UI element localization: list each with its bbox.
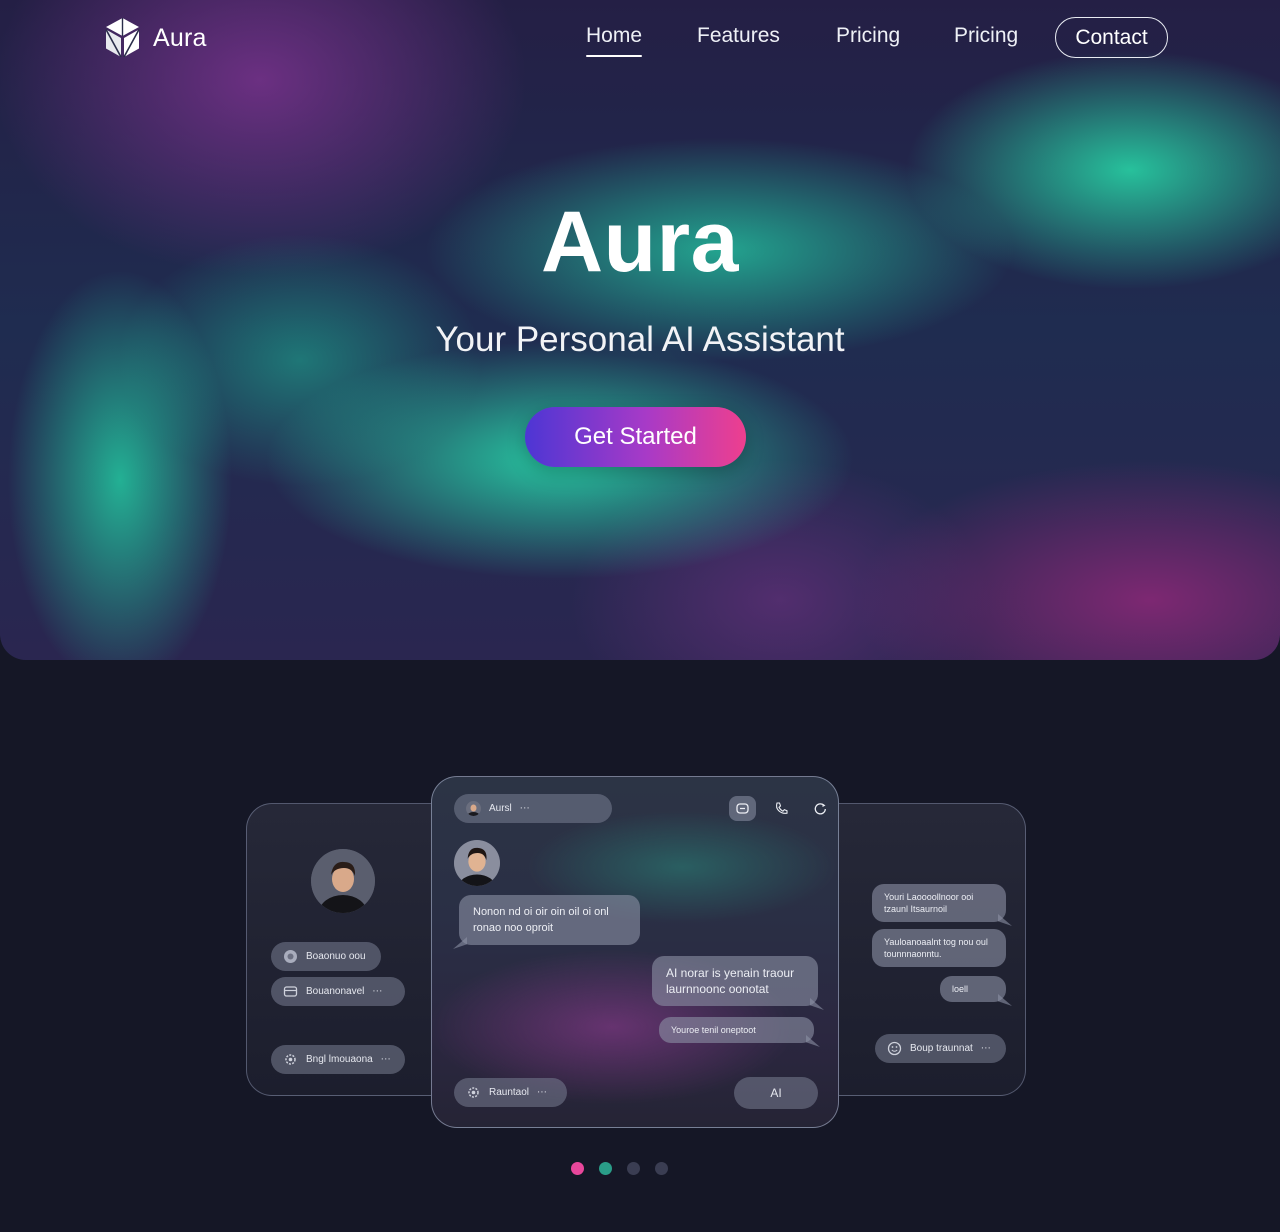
chat-bubble: Yauloanoaalnt tog nou oul tounnnaonntu. xyxy=(872,929,1006,967)
avatar xyxy=(454,840,500,886)
gear-icon xyxy=(285,1054,296,1065)
avatar xyxy=(311,849,375,913)
hero-section: Aura Home Features Pricing Pricing Conta… xyxy=(0,0,1280,660)
incoming-message: Nonon nd oi oir oin oil oi onl ronao noo… xyxy=(459,895,640,945)
chat-contact-name: Aursl xyxy=(489,803,512,814)
more-icon: ⋯ xyxy=(380,1054,391,1065)
phone-icon xyxy=(776,802,788,814)
chat-actions xyxy=(729,796,834,821)
carousel-dot[interactable] xyxy=(571,1162,584,1175)
refresh-button[interactable] xyxy=(807,796,834,821)
nav-link-pricing[interactable]: Pricing xyxy=(836,24,900,48)
chat-header[interactable]: Aursl ⋯ xyxy=(454,794,612,823)
main-chat-panel: Aursl ⋯ Nonon nd oi oir oin oil oi onl r… xyxy=(431,776,839,1128)
chat-bubble: loell xyxy=(940,976,1006,1002)
input-label: Rauntaol xyxy=(489,1087,530,1098)
cube-logo-icon xyxy=(105,18,140,58)
outgoing-message: Youroe tenil oneptoot xyxy=(659,1017,814,1043)
more-icon: ⋯ xyxy=(519,803,530,814)
list-item-label: Bouanonavel xyxy=(306,986,365,997)
more-icon: ⋯ xyxy=(537,1087,548,1098)
list-item[interactable]: Bouanonavel ⋯ xyxy=(271,977,405,1006)
carousel-dot[interactable] xyxy=(627,1162,640,1175)
outgoing-message: AI norar is yenain traour laurnnoonc oon… xyxy=(652,956,818,1006)
hero-subtitle: Your Personal AI Assistant xyxy=(435,320,845,359)
list-item-label: Bngl lmouaona xyxy=(306,1054,373,1065)
carousel-dot[interactable] xyxy=(599,1162,612,1175)
call-button[interactable] xyxy=(768,796,795,821)
get-started-button[interactable]: Get Started xyxy=(525,407,746,467)
list-item[interactable]: Bngl lmouaona ⋯ xyxy=(271,1045,405,1074)
card-icon xyxy=(283,986,298,997)
carousel-dots xyxy=(571,1162,668,1175)
list-item-label: Boaonuo oou xyxy=(306,951,366,962)
list-item[interactable]: Boaonuo oou xyxy=(271,942,381,971)
more-icon: ⋯ xyxy=(980,1043,991,1054)
more-icon: ⋯ xyxy=(372,986,383,997)
hero-title: Aura xyxy=(541,194,739,290)
list-item[interactable]: Boup traunnat ⋯ xyxy=(875,1034,1006,1063)
message-button[interactable] xyxy=(729,796,756,821)
refresh-icon xyxy=(814,803,826,815)
nav-link-pricing-2[interactable]: Pricing xyxy=(954,24,1018,48)
list-item-label: Boup traunnat xyxy=(910,1043,973,1054)
nav-link-features[interactable]: Features xyxy=(697,24,780,48)
person-avatar-icon xyxy=(454,840,500,886)
circle-icon xyxy=(284,950,297,963)
smile-icon xyxy=(887,1041,902,1056)
carousel-dot[interactable] xyxy=(655,1162,668,1175)
person-avatar-icon xyxy=(466,801,481,816)
brand-logo[interactable]: Aura xyxy=(104,17,207,59)
gear-icon xyxy=(468,1087,479,1098)
ai-button[interactable]: AI xyxy=(734,1077,818,1109)
brand-name: Aura xyxy=(153,23,207,52)
message-icon xyxy=(736,803,749,814)
person-avatar-icon xyxy=(311,849,375,913)
contact-button[interactable]: Contact xyxy=(1055,17,1168,58)
message-input[interactable]: Rauntaol ⋯ xyxy=(454,1078,567,1107)
nav-link-home[interactable]: Home xyxy=(586,24,643,57)
landing-page: Aura Home Features Pricing Pricing Conta… xyxy=(0,0,1280,1232)
chat-bubble: Youri Laoooollnoor ooi tzaunl Itsaurnoil xyxy=(872,884,1006,922)
top-nav: Aura Home Features Pricing Pricing Conta… xyxy=(0,0,1280,76)
